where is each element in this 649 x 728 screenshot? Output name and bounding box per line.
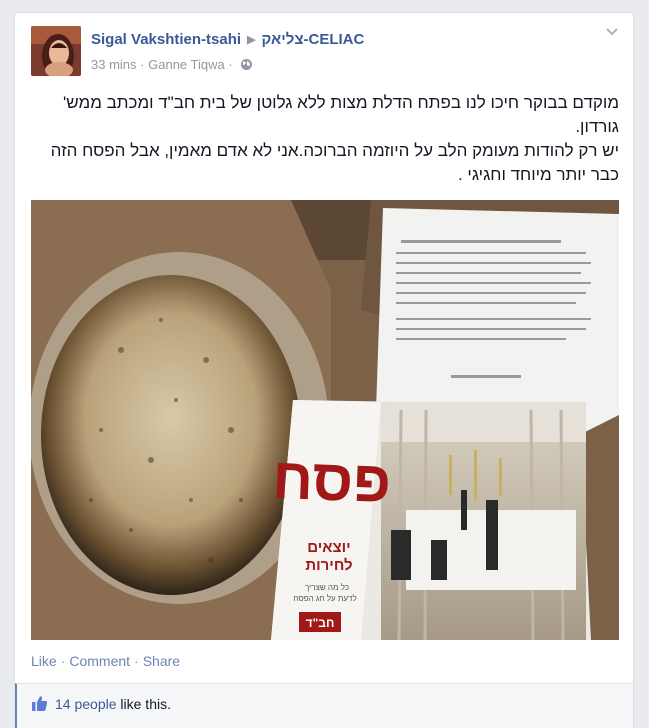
post-location[interactable]: Ganne Tiqwa: [148, 57, 225, 72]
booklet-subtitle: יוצאים: [307, 539, 350, 556]
comment-link[interactable]: Comment: [69, 653, 130, 669]
group-name[interactable]: צליאק-CELIAC: [262, 31, 365, 48]
likes-text: 14 people like this.: [55, 696, 171, 712]
like-link[interactable]: Like: [31, 653, 57, 669]
meta-separator: ·: [140, 57, 145, 72]
thumbs-up-icon: [32, 696, 48, 711]
post-time[interactable]: 33 mins: [91, 57, 137, 72]
post-text: מוקדם בבוקר חיכו לנו בפתח הדלת מצות ללא …: [29, 91, 619, 187]
booklet-tagline: כל מה שצריך: [305, 583, 349, 592]
booklet-subtitle: לחירות: [305, 557, 352, 574]
post-header: Sigal Vakshtien-tsahi ▶ צליאק-CELIAC: [91, 31, 364, 48]
booklet-title: פסח: [271, 446, 392, 515]
likes-suffix: like this.: [116, 696, 171, 712]
booklet-tagline: לדעת על חג הפסח: [293, 594, 356, 603]
share-link[interactable]: Share: [143, 653, 180, 669]
post-actions: Like · Comment · Share: [31, 653, 180, 669]
author-name[interactable]: Sigal Vakshtien-tsahi: [91, 31, 241, 48]
post-text-line: מוקדם בבוקר חיכו לנו בפתח הדלת מצות ללא …: [63, 93, 619, 136]
likes-summary: 14 people like this.: [15, 683, 633, 728]
action-separator: ·: [134, 653, 139, 669]
post-text-line: יש רק להודות מעומק הלב על היוזמה הברוכה.…: [50, 141, 619, 184]
post-photo[interactable]: פסח יוצאים לחירות כל מה שצריך לדעת על חג…: [31, 200, 619, 640]
globe-icon[interactable]: [240, 58, 253, 71]
feed-post: Sigal Vakshtien-tsahi ▶ צליאק-CELIAC 33 mi…: [14, 12, 634, 728]
likes-count-link[interactable]: 14 people: [55, 696, 117, 712]
chevron-down-icon[interactable]: [605, 27, 619, 37]
arrow-right-icon: ▶: [247, 34, 256, 46]
meta-separator: ·: [228, 57, 233, 72]
booklet-badge: חב"ד: [306, 616, 335, 630]
action-separator: ·: [60, 653, 66, 669]
post-meta: 33 mins · Ganne Tiqwa ·: [91, 57, 253, 72]
avatar[interactable]: [31, 26, 81, 76]
